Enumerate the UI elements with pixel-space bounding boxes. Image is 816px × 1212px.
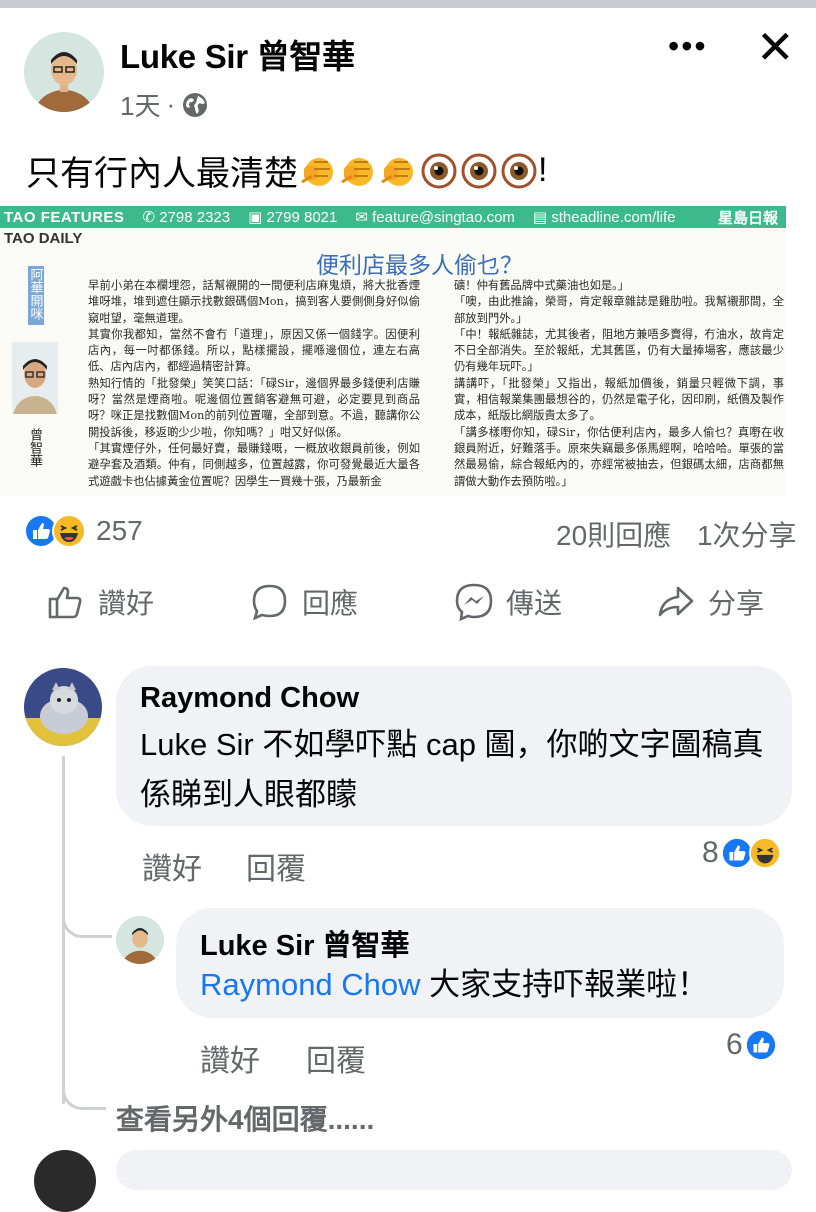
- paper-column-2: 礦！仲有舊品牌中式藥油也如是。」 「噢，由此推論，榮哥，肯定報章雜誌是雞肋啦。我…: [454, 279, 784, 488]
- comment-count[interactable]: 20則回應: [556, 520, 671, 551]
- post-meta: 1天 ·: [120, 86, 209, 123]
- post-text: 只有行內人最清楚 !: [26, 146, 547, 195]
- like-button[interactable]: 讚好: [46, 582, 154, 622]
- thumbs-up-icon: [48, 586, 82, 619]
- post-stats: 20則回應 1次分享: [556, 514, 797, 554]
- punch-icon: [301, 157, 333, 186]
- share-count[interactable]: 1次分享: [697, 520, 797, 551]
- reply-author[interactable]: Luke Sir 曾智華: [200, 922, 410, 964]
- post-text-body: 只有行內人最清楚: [26, 155, 298, 193]
- meta-separator: ·: [166, 89, 176, 119]
- reaction-summary[interactable]: 257: [24, 514, 143, 548]
- columnist-name: 曾智華: [28, 428, 43, 467]
- comment-button[interactable]: 回應: [250, 582, 358, 622]
- paper-phone-1: ✆ 2798 2323: [142, 209, 231, 226]
- globe-icon: [183, 92, 208, 117]
- post-author-name[interactable]: Luke Sir 曾智華: [120, 30, 355, 78]
- share-arrow-icon: [658, 586, 694, 617]
- post-text-suffix: !: [538, 151, 548, 189]
- author-avatar[interactable]: [24, 32, 104, 112]
- reply-reactions[interactable]: 6: [726, 1028, 777, 1062]
- reply-reply-button[interactable]: 回覆: [306, 1036, 366, 1080]
- comment-reply-button[interactable]: 回覆: [246, 844, 306, 888]
- messenger-icon: [455, 583, 493, 622]
- thread-line-branch: [62, 888, 112, 938]
- close-icon[interactable]: ✕: [756, 24, 795, 70]
- punch-icon: [341, 157, 373, 186]
- share-label: 分享: [708, 588, 765, 619]
- comment-bubble-icon: [252, 584, 287, 621]
- newspaper-clipping-image[interactable]: TAO FEATURES ✆ 2798 2323 ▣ 2799 8021 ✉ f…: [0, 206, 786, 496]
- paper-brand: TAO FEATURES: [4, 208, 125, 226]
- mention-link[interactable]: Raymond Chow: [200, 967, 421, 1002]
- more-options-icon[interactable]: •••: [668, 28, 708, 65]
- view-more-replies-link[interactable]: 查看另外4個回覆......: [116, 1098, 374, 1138]
- paper-daily-label: TAO DAILY: [4, 230, 83, 247]
- reply-reaction-count: 6: [726, 1028, 743, 1061]
- comment-reactions[interactable]: 8: [702, 836, 781, 870]
- like-label: 讚好: [98, 588, 155, 619]
- reaction-count: 257: [96, 515, 143, 546]
- emoji-row: [298, 152, 538, 190]
- haha-reaction-icon: [748, 837, 781, 869]
- post-time[interactable]: 1天: [120, 86, 160, 123]
- comment-text: Luke Sir 不如學吓點 cap 圖，你啲文字圖稿真係睇到人眼都矇: [140, 727, 764, 812]
- paper-site: ▤ stheadline.com/life: [532, 209, 676, 226]
- comment-bubble[interactable]: Raymond Chow Luke Sir 不如學吓點 cap 圖，你啲文字圖稿…: [116, 666, 792, 826]
- paper-masthead: 星島日報: [717, 209, 778, 227]
- paper-phone-2: ▣ 2799 8021: [248, 209, 338, 226]
- next-comment-bubble: [116, 1150, 792, 1190]
- share-button[interactable]: 分享: [656, 582, 764, 622]
- comment-author[interactable]: Raymond Chow: [140, 682, 359, 715]
- paper-header-bar: TAO FEATURES ✆ 2798 2323 ▣ 2799 8021 ✉ f…: [0, 206, 786, 228]
- eye-icon: [461, 153, 497, 188]
- paper-email: ✉ feature@singtao.com: [355, 209, 515, 226]
- columnist-photo: [12, 342, 58, 414]
- top-divider: [0, 0, 816, 8]
- thread-line-vertical: [62, 756, 65, 1104]
- haha-reaction-icon: [52, 514, 86, 548]
- commenter-avatar[interactable]: [24, 668, 102, 746]
- avatar-portrait: [24, 32, 104, 112]
- send-button[interactable]: 傳送: [454, 582, 562, 622]
- paper-headline: 便利店最多人偷乜？: [316, 253, 523, 279]
- column-name-label: 阿華開咪: [28, 266, 44, 325]
- comment-like-button[interactable]: 讚好: [142, 844, 202, 888]
- punch-icon: [381, 157, 413, 186]
- reply-like-button[interactable]: 讚好: [200, 1036, 260, 1080]
- comment-label: 回應: [302, 588, 359, 619]
- comment-reaction-count: 8: [702, 836, 719, 869]
- reply-bubble[interactable]: Luke Sir 曾智華 Raymond Chow 大家支持吓報業啦！: [176, 908, 784, 1018]
- send-label: 傳送: [506, 588, 563, 619]
- paper-column-1: 早前小弟在本欄埋怨，話幫襯開的一間便利店麻鬼煩，將大批香煙堆呀堆，堆到遮住顯示找…: [88, 279, 420, 488]
- reply-body: 大家支持吓報業啦！: [420, 967, 709, 1002]
- eye-icon: [501, 153, 537, 188]
- reply-author-avatar[interactable]: [116, 916, 164, 964]
- eye-icon: [421, 153, 457, 188]
- like-reaction-icon: [744, 1029, 777, 1061]
- reply-text: Raymond Chow 大家支持吓報業啦！: [200, 960, 708, 1010]
- thread-line-branch-2: [62, 1080, 106, 1110]
- next-comment-avatar: [34, 1150, 96, 1212]
